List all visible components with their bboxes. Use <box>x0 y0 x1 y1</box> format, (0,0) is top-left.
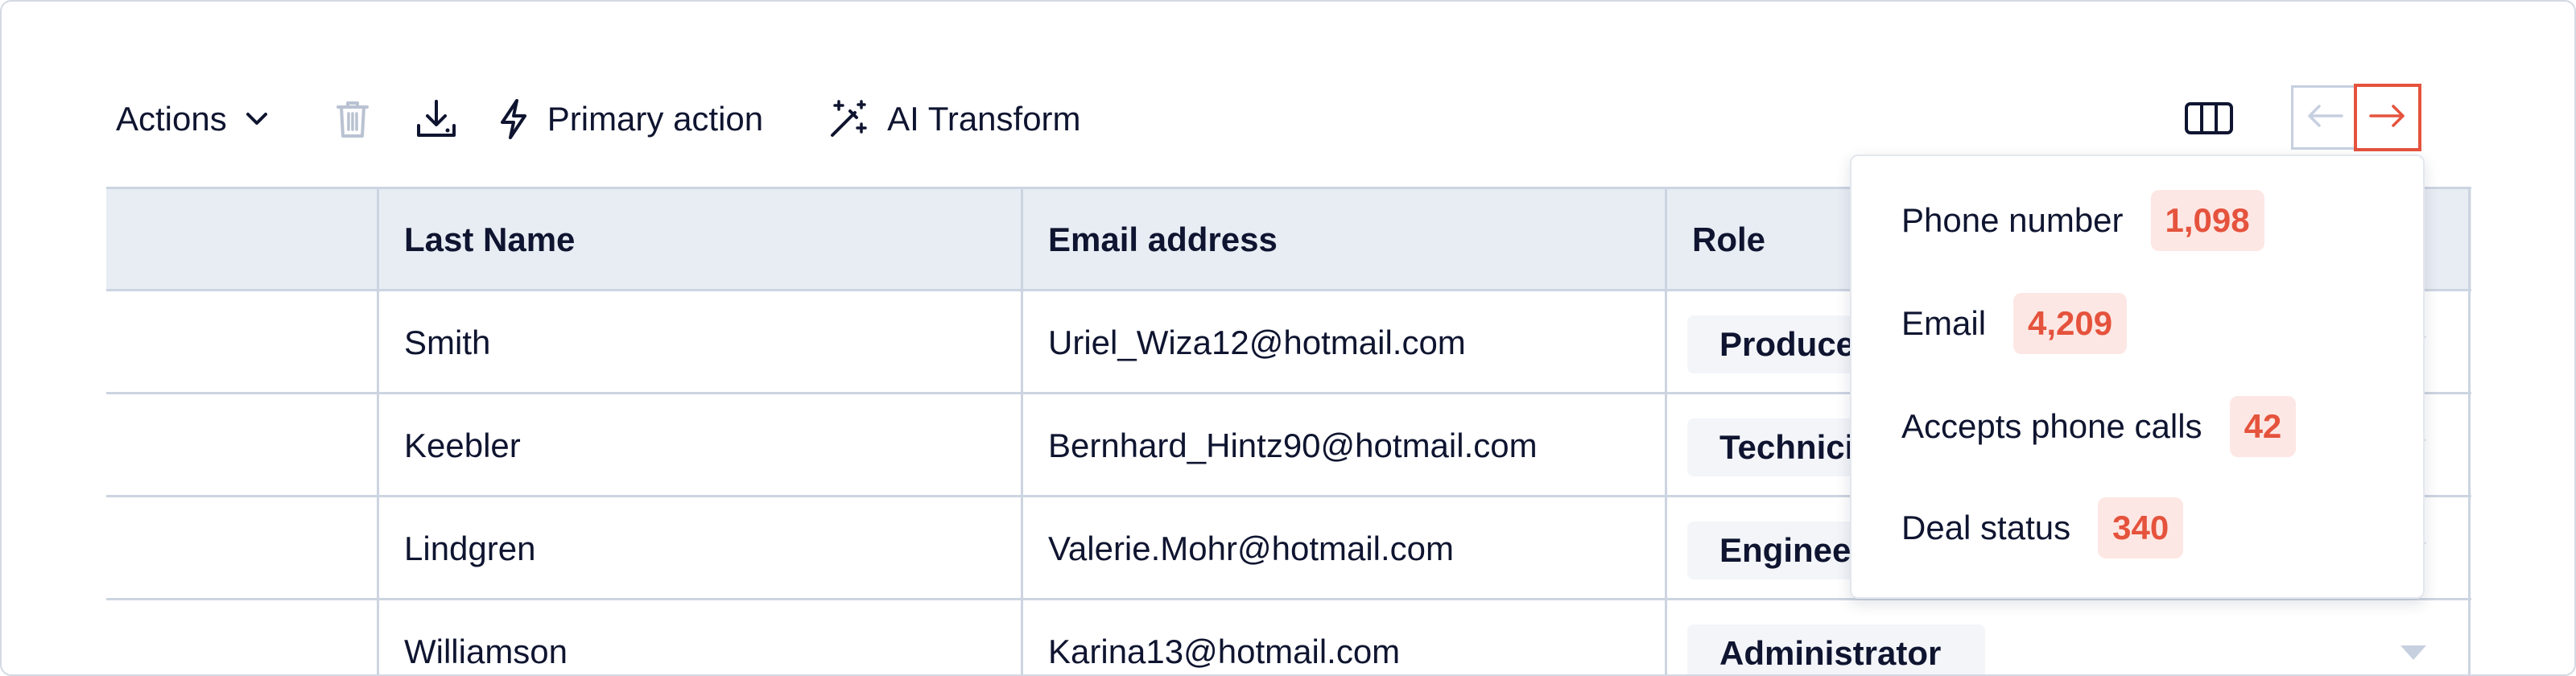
next-page-button[interactable] <box>2354 84 2421 151</box>
header-email[interactable]: Email address <box>1048 223 1278 257</box>
delete-button[interactable] <box>335 99 370 139</box>
magic-wand-icon <box>828 98 869 140</box>
cell-email[interactable]: Bernhard_Hintz90@hotmail.com <box>1048 429 1538 463</box>
trash-icon <box>335 99 370 139</box>
download-button[interactable] <box>415 98 457 140</box>
popover-item[interactable]: Deal status 340 <box>1901 497 2184 559</box>
count-badge: 1,098 <box>2150 190 2264 251</box>
actions-button[interactable]: Actions <box>116 100 269 138</box>
columns-icon <box>2184 101 2234 139</box>
role-select[interactable]: Administrator <box>1687 624 1985 674</box>
columns-button[interactable] <box>2180 95 2238 145</box>
count-badge: 340 <box>2098 497 2184 559</box>
popover-item-label: Phone number <box>1901 201 2124 239</box>
header-role[interactable]: Role <box>1692 223 1765 257</box>
popover-item[interactable]: Accepts phone calls 42 <box>1901 396 2297 457</box>
popover-item[interactable]: Phone number 1,098 <box>1901 190 2264 251</box>
arrow-left-icon <box>2306 103 2343 133</box>
caret-down-icon[interactable] <box>2401 645 2426 660</box>
popover-item[interactable]: Email 4,209 <box>1901 293 2128 354</box>
lightning-icon <box>497 98 530 140</box>
popover-item-label: Email <box>1901 304 1987 342</box>
cell-last-name[interactable]: Lindgren <box>404 532 535 566</box>
cell-last-name[interactable]: Smith <box>404 326 490 360</box>
cell-email[interactable]: Uriel_Wiza12@hotmail.com <box>1048 326 1466 360</box>
previous-page-button[interactable] <box>2291 85 2355 150</box>
primary-action-button[interactable]: Primary action <box>497 98 763 140</box>
data-grid-panel: Actions Primary action AI Transform Last… <box>0 0 2576 676</box>
ai-transform-label: AI Transform <box>887 100 1081 138</box>
cell-email[interactable]: Karina13@hotmail.com <box>1048 635 1400 669</box>
popover-item-label: Deal status <box>1901 509 2071 546</box>
cell-email[interactable]: Valerie.Mohr@hotmail.com <box>1048 532 1454 566</box>
count-badge: 42 <box>2229 396 2297 457</box>
column-divider <box>1021 187 1023 674</box>
arrow-right-icon <box>2369 103 2406 133</box>
header-last-name[interactable]: Last Name <box>404 223 575 257</box>
column-divider <box>377 187 379 674</box>
popover-item-label: Accepts phone calls <box>1901 407 2202 445</box>
toolbar: Actions Primary action AI Transform <box>116 85 1081 153</box>
actions-label: Actions <box>116 100 227 138</box>
table-right-edge <box>2468 187 2471 674</box>
cell-last-name[interactable]: Keebler <box>404 429 521 463</box>
column-divider <box>1665 187 1667 674</box>
column-stats-popover: Phone number 1,098 Email 4,209 Accepts p… <box>1850 155 2425 599</box>
primary-action-label: Primary action <box>547 100 764 138</box>
cell-last-name[interactable]: Williamson <box>404 635 568 669</box>
count-badge: 4,209 <box>2013 293 2128 354</box>
ai-transform-button[interactable]: AI Transform <box>828 98 1081 140</box>
chevron-down-icon <box>245 111 269 127</box>
download-icon <box>415 98 457 140</box>
